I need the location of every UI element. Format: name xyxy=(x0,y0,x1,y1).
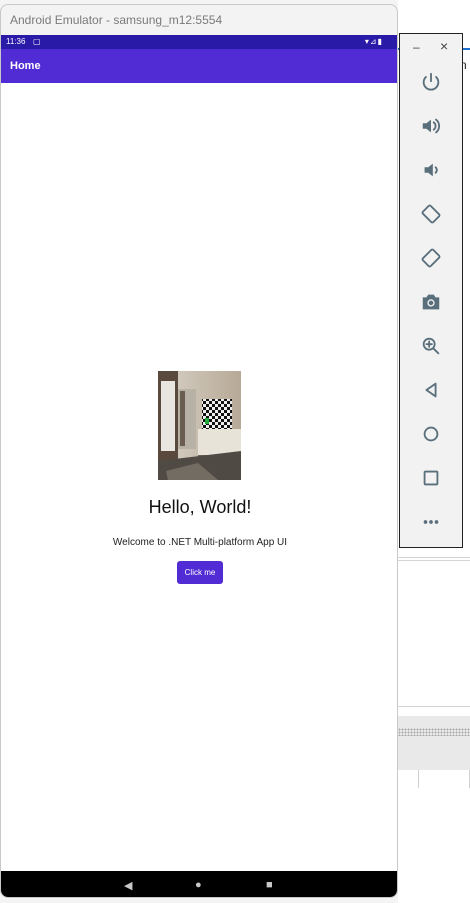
main-content: Hello, World! Welcome to .NET Multi-plat… xyxy=(1,83,397,871)
hello-heading: Hello, World! xyxy=(148,497,252,517)
ide-grid-cell xyxy=(398,770,419,788)
navigation-bar: ◀ ● ■ xyxy=(1,871,397,897)
power-icon[interactable] xyxy=(414,65,448,99)
page-title: Home xyxy=(10,60,41,72)
emulator-window: Android Emulator - samsung_m12:5554 11:3… xyxy=(0,4,398,898)
zoom-icon[interactable] xyxy=(414,329,448,363)
app-bar: Home xyxy=(1,49,397,83)
status-time: 11:36 xyxy=(6,37,26,46)
more-icon[interactable] xyxy=(414,505,448,539)
status-icons: ▾⊿▮ xyxy=(364,37,383,46)
status-bar: 11:36 ▢ ▾⊿▮ xyxy=(1,35,397,49)
nav-home-icon[interactable]: ● xyxy=(195,879,202,891)
ide-divider xyxy=(398,706,470,707)
click-me-button[interactable]: Click me xyxy=(177,561,223,584)
sim-card-icon: ▢ xyxy=(33,37,41,46)
window-title: Android Emulator - samsung_m12:5554 xyxy=(10,13,223,27)
ide-divider xyxy=(398,557,470,558)
volume-up-icon[interactable] xyxy=(414,109,448,143)
device-screen[interactable]: 11:36 ▢ ▾⊿▮ Home Hello, World! Welcome t… xyxy=(1,35,397,897)
ide-panel xyxy=(398,716,470,770)
close-button[interactable]: × xyxy=(440,38,448,54)
overview-icon[interactable] xyxy=(414,461,448,495)
ide-grid-cell xyxy=(419,770,470,788)
volume-down-icon[interactable] xyxy=(414,153,448,187)
minimize-button[interactable]: – xyxy=(413,40,420,54)
nav-back-icon[interactable]: ◀ xyxy=(124,879,132,892)
bedroom-photo xyxy=(158,371,241,480)
ide-divider xyxy=(398,560,470,561)
camera-icon[interactable] xyxy=(414,285,448,319)
back-icon[interactable] xyxy=(414,373,448,407)
rotate-right-icon[interactable] xyxy=(414,241,448,275)
rotate-left-icon[interactable] xyxy=(414,197,448,231)
nav-recents-icon[interactable]: ■ xyxy=(266,879,273,891)
welcome-text: Welcome to .NET Multi-platform App UI xyxy=(112,537,288,548)
home-icon[interactable] xyxy=(414,417,448,451)
emulator-toolbar: – × xyxy=(399,33,463,548)
ide-splitter-grip[interactable] xyxy=(398,728,470,736)
